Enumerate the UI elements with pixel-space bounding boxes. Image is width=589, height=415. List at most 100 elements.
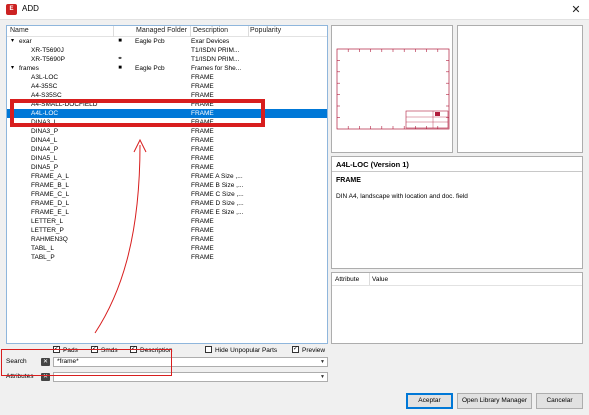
expander-icon[interactable]: ▾	[11, 37, 14, 46]
row-description: FRAME	[191, 92, 214, 99]
checkbox-icon: ✓	[53, 345, 60, 353]
row-description: FRAME	[191, 155, 214, 162]
filter-label: Pads	[63, 347, 78, 354]
sort-up-icon: ^	[59, 25, 62, 30]
library-status-icon: ⚭	[117, 56, 123, 62]
row-description: FRAME	[191, 128, 214, 135]
row-description: FRAME	[191, 137, 214, 144]
row-name: RAHMEN3Q	[31, 236, 68, 243]
symbol-preview	[331, 25, 453, 153]
tree-row[interactable]: FRAME_D_L FRAME D Size ,...	[7, 199, 327, 208]
column-separator[interactable]	[248, 26, 249, 37]
tree-row[interactable]: ▾ exar ■ Eagle Pcb Exar Devices	[7, 37, 327, 46]
header-divider	[332, 285, 582, 286]
tree-row[interactable]: FRAME_A_L FRAME A Size ,...	[7, 172, 327, 181]
row-description: FRAME	[191, 146, 214, 153]
row-folder: Eagle Pcb	[135, 38, 165, 45]
row-description: FRAME	[191, 164, 214, 171]
row-description: T1/ISDN PRIM...	[191, 56, 240, 63]
filter-hide-unpopular-checkbox[interactable]: Hide Unpopular Parts	[205, 345, 277, 355]
close-button[interactable]: ✕	[569, 2, 583, 18]
tree-row[interactable]: A4-35SC FRAME	[7, 82, 327, 91]
row-name: FRAME_C_L	[31, 191, 70, 198]
column-separator[interactable]	[113, 26, 114, 37]
row-name: TABL_L	[31, 245, 55, 252]
checkbox-icon: ✓	[91, 345, 98, 353]
attributes-table[interactable]: Attribute Value	[331, 272, 583, 344]
tree-row[interactable]: DINA3_P FRAME	[7, 127, 327, 136]
row-description: FRAME C Size ,...	[191, 191, 244, 198]
tree-row[interactable]: DINA4_P FRAME	[7, 145, 327, 154]
clear-icon[interactable]: ✕	[41, 373, 50, 381]
tree-row[interactable]: FRAME_E_L FRAME E Size ,...	[7, 208, 327, 217]
row-description: FRAME	[191, 74, 214, 81]
open-library-manager-button[interactable]: Open Library Manager	[457, 393, 532, 409]
tree-row[interactable]: RAHMEN3Q FRAME	[7, 235, 327, 244]
tree-row[interactable]: LETTER_P FRAME	[7, 226, 327, 235]
row-description: FRAME	[191, 227, 214, 234]
row-description: FRAME D Size ,...	[191, 200, 244, 207]
filter-smds-checkbox[interactable]: ✓ Smds	[91, 345, 118, 355]
row-name: XR-T5690J	[31, 47, 64, 54]
column-separator[interactable]	[369, 273, 370, 285]
filter-pads-checkbox[interactable]: ✓ Pads	[53, 345, 78, 355]
tree-row[interactable]: A4-S35SC FRAME	[7, 91, 327, 100]
column-separator[interactable]	[190, 26, 191, 37]
row-name: LETTER_P	[31, 227, 64, 234]
row-description: FRAME	[191, 245, 214, 252]
row-name: FRAME_B_L	[31, 182, 69, 189]
column-header-description[interactable]: Description	[193, 27, 228, 34]
row-name: LETTER_L	[31, 218, 64, 225]
tree-row[interactable]: DINA5_P FRAME	[7, 163, 327, 172]
checkbox-icon: ✓	[130, 345, 137, 353]
row-description: FRAME	[191, 218, 214, 225]
row-name: exar	[19, 38, 32, 45]
filter-description-checkbox[interactable]: ✓ Description	[130, 345, 173, 355]
filter-preview-checkbox[interactable]: ✓ Preview	[292, 345, 325, 355]
row-name: FRAME_E_L	[31, 209, 69, 216]
search-input[interactable]: *frame* ▼	[53, 357, 328, 367]
tree-row[interactable]: DINA4_L FRAME	[7, 136, 327, 145]
chevron-down-icon[interactable]: ▼	[320, 373, 325, 381]
row-name: FRAME_D_L	[31, 200, 70, 207]
tree-row[interactable]: A4-SMALL-DOCFIELD FRAME	[7, 100, 327, 109]
row-description: FRAME	[191, 101, 214, 108]
filter-label: Description	[140, 347, 173, 354]
expander-icon[interactable]: ▾	[11, 64, 14, 73]
app-icon: E	[6, 4, 17, 15]
chevron-down-icon[interactable]: ▼	[320, 358, 325, 366]
column-header-name[interactable]: Name	[10, 27, 29, 34]
library-tree[interactable]: ^ Name Managed Folder Description Popula…	[6, 25, 328, 344]
row-description: FRAME B Size ,...	[191, 182, 244, 189]
tree-row[interactable]: ▾ frames ■ Eagle Pcb Frames for She...	[7, 64, 327, 73]
column-header-attribute[interactable]: Attribute	[335, 276, 359, 283]
cancel-button[interactable]: Cancelar	[536, 393, 583, 409]
tree-row[interactable]: XR-T5690P ⚭ T1/ISDN PRIM...	[7, 55, 327, 64]
row-description: T1/ISDN PRIM...	[191, 47, 240, 54]
column-header-popularity[interactable]: Popularity	[250, 27, 281, 34]
tree-row[interactable]: XR-T5690J T1/ISDN PRIM...	[7, 46, 327, 55]
library-status-icon: ■	[118, 38, 122, 44]
tree-row[interactable]: FRAME_B_L FRAME B Size ,...	[7, 181, 327, 190]
row-name: DINA3_P	[31, 128, 59, 135]
attributes-input[interactable]: ▼	[53, 372, 328, 382]
checkbox-icon: ✓	[292, 345, 299, 353]
tree-row-selected[interactable]: A4L-LOC FRAME	[7, 109, 327, 118]
row-name: DINA3_L	[31, 119, 58, 126]
tree-row[interactable]: FRAME_C_L FRAME C Size ,...	[7, 190, 327, 199]
row-name: A3L-LOC	[31, 74, 59, 81]
search-label: Search	[6, 358, 27, 365]
tree-row[interactable]: DINA3_L FRAME	[7, 118, 327, 127]
column-header-value[interactable]: Value	[372, 276, 388, 283]
column-header-managed-folder[interactable]: Managed Folder	[136, 27, 187, 34]
accept-button[interactable]: Aceptar	[406, 393, 453, 409]
tree-row[interactable]: TABL_P FRAME	[7, 253, 327, 262]
tree-row[interactable]: A3L-LOC FRAME	[7, 73, 327, 82]
title-bar: E ADD ✕	[0, 0, 589, 20]
tree-row[interactable]: LETTER_L FRAME	[7, 217, 327, 226]
clear-icon[interactable]: ✕	[41, 358, 50, 366]
part-subtitle: FRAME	[336, 177, 361, 184]
tree-row[interactable]: DINA5_L FRAME	[7, 154, 327, 163]
tree-row[interactable]: TABL_L FRAME	[7, 244, 327, 253]
row-description: FRAME A Size ,...	[191, 173, 243, 180]
